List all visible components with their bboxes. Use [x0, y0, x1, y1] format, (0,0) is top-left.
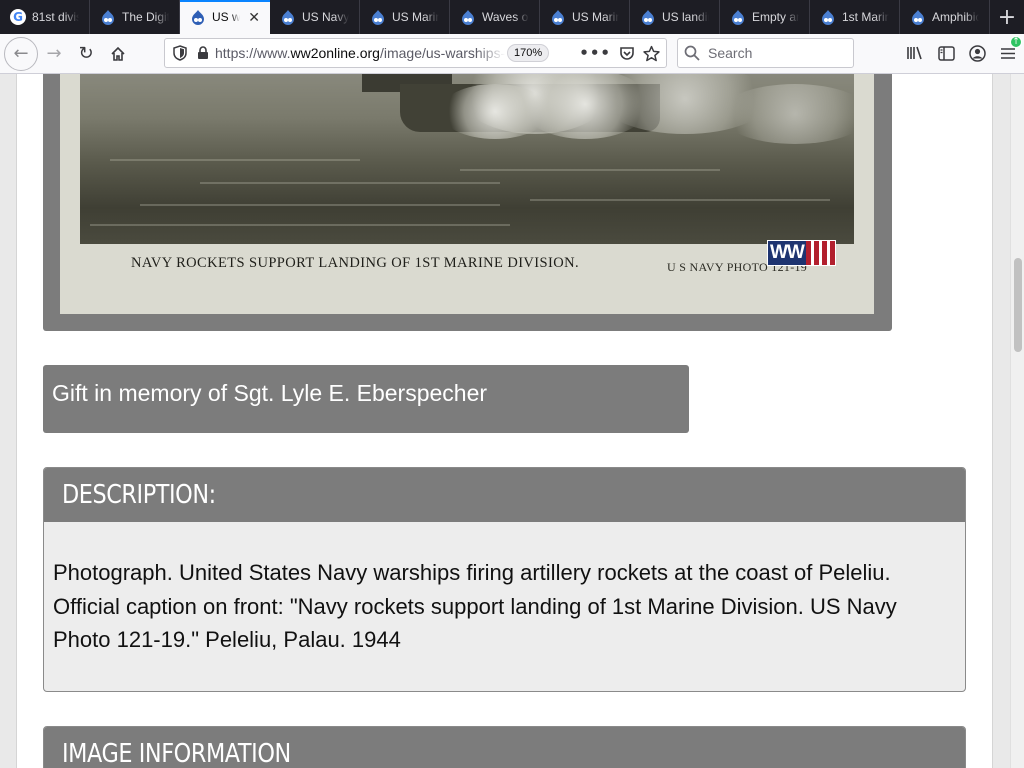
new-tab-plus-icon[interactable]: +	[990, 0, 1024, 34]
wwii-logo-stripes	[805, 241, 835, 265]
google-g-icon: G	[10, 9, 26, 25]
tab-us-marines-2[interactable]: US Marines	[540, 0, 630, 34]
page-actions-icon[interactable]: •••	[579, 44, 611, 62]
tab-1st-marine[interactable]: 1st Marine	[810, 0, 900, 34]
gift-memorial-note: Gift in memory of Sgt. Lyle E. Eberspech…	[43, 365, 689, 433]
tab-label: US landing	[662, 10, 709, 24]
sidebar-icon[interactable]	[938, 45, 955, 61]
tab-label: Amphibious	[932, 10, 979, 24]
archival-photo[interactable]: NAVY ROCKETS SUPPORT LANDING OF 1ST MARI…	[60, 74, 874, 314]
drupal-drop-icon	[640, 9, 656, 25]
search-input[interactable]: Search	[677, 38, 854, 68]
wwii-logo: WW	[767, 240, 836, 266]
wwii-logo-text: WW	[768, 241, 806, 265]
url-bar[interactable]: https://www.ww2online.org/image/us-warsh…	[164, 38, 667, 68]
image-information-panel: IMAGE INFORMATION	[43, 726, 966, 768]
library-icon[interactable]	[906, 45, 924, 61]
reload-icon[interactable]: ↻	[70, 38, 102, 70]
scrollbar-thumb[interactable]	[1014, 258, 1022, 352]
update-badge-icon: ↑	[1010, 36, 1022, 48]
zoom-level-badge[interactable]: 170%	[507, 44, 550, 62]
drupal-drop-icon	[910, 9, 926, 25]
tab-us-marines[interactable]: US Marines	[360, 0, 450, 34]
tab-label: US Marines	[392, 10, 439, 24]
drupal-drop-icon	[730, 9, 746, 25]
description-panel: DESCRIPTION: Photograph. United States N…	[43, 467, 966, 692]
drupal-drop-icon	[460, 9, 476, 25]
tab-label: Empty and	[752, 10, 799, 24]
drupal-drop-icon	[370, 9, 386, 25]
photo-frame: NAVY ROCKETS SUPPORT LANDING OF 1ST MARI…	[43, 74, 892, 331]
url-text[interactable]: https://www.ww2online.org/image/us-warsh…	[215, 45, 505, 61]
tab-amphibious[interactable]: Amphibious	[900, 0, 990, 34]
account-icon[interactable]	[969, 44, 986, 62]
pocket-icon[interactable]	[619, 45, 635, 61]
drupal-drop-icon	[280, 9, 296, 25]
tab-empty-and[interactable]: Empty and	[720, 0, 810, 34]
photo-caption: NAVY ROCKETS SUPPORT LANDING OF 1ST MARI…	[131, 255, 579, 271]
tab-us-navy[interactable]: US Navy	[270, 0, 360, 34]
page-content: NAVY ROCKETS SUPPORT LANDING OF 1ST MARI…	[16, 74, 993, 768]
shield-icon[interactable]	[173, 45, 187, 61]
drupal-drop-icon	[550, 9, 566, 25]
search-placeholder: Search	[708, 45, 753, 61]
navigation-toolbar: ← → ↻ https://www.ww2online.org/image/us…	[0, 34, 1024, 74]
tab-label: Waves of	[482, 10, 529, 24]
forward-arrow-icon[interactable]: →	[38, 38, 70, 70]
page-scrollbar[interactable]	[1010, 74, 1024, 768]
search-icon	[684, 45, 700, 61]
tab-the-digital[interactable]: The Digital	[90, 0, 180, 34]
tab-label: The Digital	[122, 10, 169, 24]
image-information-heading[interactable]: IMAGE INFORMATION	[44, 727, 965, 768]
photo-image-scene	[80, 74, 870, 244]
tab-us-landing[interactable]: US landing	[630, 0, 720, 34]
menu-hamburger-icon[interactable]: ↑	[1000, 36, 1022, 61]
tab-label: 81st division	[32, 10, 79, 24]
tab-label: US Navy	[302, 10, 349, 24]
description-text: Photograph. United States Navy warships …	[53, 560, 897, 652]
drupal-drop-icon	[820, 9, 836, 25]
close-icon[interactable]: ✕	[248, 9, 260, 25]
lock-icon[interactable]	[197, 46, 209, 60]
tab-label: US warships	[212, 10, 241, 24]
bookmark-star-icon[interactable]	[643, 45, 660, 62]
home-icon[interactable]	[102, 38, 134, 70]
description-heading: DESCRIPTION:	[44, 468, 965, 522]
tab-strip: G 81st division The Digital US warships …	[0, 0, 1024, 34]
tab-label: US Marines	[572, 10, 619, 24]
tab-81st-division[interactable]: G 81st division	[0, 0, 90, 34]
drupal-drop-icon	[100, 9, 116, 25]
drupal-drop-icon	[190, 9, 206, 25]
back-arrow-icon[interactable]: ←	[4, 36, 38, 71]
page-viewport: NAVY ROCKETS SUPPORT LANDING OF 1ST MARI…	[0, 74, 1010, 768]
tab-label: 1st Marine	[842, 10, 889, 24]
tab-waves-of[interactable]: Waves of	[450, 0, 540, 34]
tab-us-warships[interactable]: US warships ✕	[180, 0, 270, 34]
